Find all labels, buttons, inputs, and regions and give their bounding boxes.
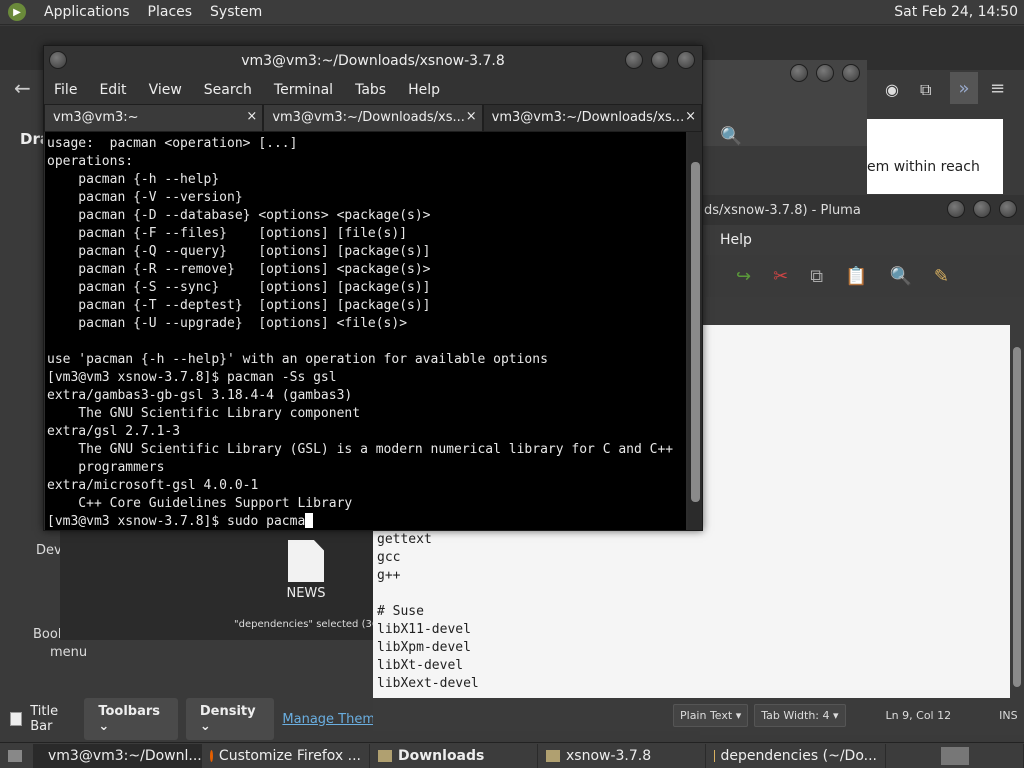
pluma-close-button[interactable]	[999, 200, 1017, 218]
tab-width-combo[interactable]: Tab Width: 4 ▾	[754, 703, 846, 727]
pluma-statusbar: Plain Text ▾ Tab Width: 4 ▾ Ln 9, Col 12…	[373, 699, 1024, 731]
pluma-scrollbar[interactable]	[1010, 325, 1024, 698]
replace-icon[interactable]: ✎	[934, 266, 949, 287]
pluma-toolbar: ↪ ✂ ⧉ 📋 🔍 ✎	[700, 255, 1024, 297]
menu-view[interactable]: View	[149, 82, 182, 98]
cursor-position: Ln 9, Col 12	[885, 708, 952, 722]
hamburger-menu-icon[interactable]: ≡	[990, 78, 1005, 99]
terminal-output[interactable]: usage: pacman <operation> [...] operatio…	[45, 132, 686, 530]
firefox-content-card: em within reach	[867, 119, 1003, 194]
close-tab-icon[interactable]: ×	[466, 109, 477, 124]
firefox-card-text: em within reach	[867, 159, 980, 175]
menu-search[interactable]: Search	[204, 82, 252, 98]
toolbars-button[interactable]: Toolbars ⌄	[84, 698, 178, 740]
terminal-title: vm3@vm3:~/Downloads/xsnow-3.7.8	[44, 46, 702, 76]
folder-icon	[546, 749, 560, 762]
terminal-window: vm3@vm3:~/Downloads/xsnow-3.7.8 File Edi…	[43, 45, 703, 531]
top-panel: ▶ Applications Places System Sat Feb 24,…	[0, 0, 1024, 25]
menu-applications[interactable]: Applications	[44, 4, 130, 20]
insert-mode: INS	[999, 708, 1018, 722]
terminal-minimize-button[interactable]	[625, 51, 643, 69]
pluma-minimize-button[interactable]	[947, 200, 965, 218]
terminal-scrollbar[interactable]	[688, 132, 702, 530]
selection-status: "dependencies" selected (36	[222, 616, 374, 638]
terminal-tab[interactable]: vm3@vm3:~ ×	[44, 104, 264, 132]
terminal-tab-bar: vm3@vm3:~ × vm3@vm3:~/Downloads/xs... × vm…	[44, 104, 702, 132]
menu-help[interactable]: Help	[408, 82, 440, 98]
paste-icon[interactable]: 📋	[845, 266, 867, 287]
folder-icon	[378, 749, 392, 762]
taskbar: vm3@vm3:~/Downl... Customize Firefox ...…	[0, 742, 1024, 768]
close-tab-icon[interactable]: ×	[246, 109, 257, 124]
terminal-menu-button[interactable]	[49, 51, 67, 69]
manage-themes-link[interactable]: Manage Them	[282, 712, 375, 727]
menu-file[interactable]: File	[54, 82, 77, 98]
bg-toolbar-window: 🔍	[700, 60, 867, 147]
taskbar-item-terminal[interactable]: vm3@vm3:~/Downl...	[34, 743, 202, 768]
workspace-icon	[940, 746, 969, 765]
applications-icon[interactable]: ▶	[8, 3, 26, 21]
close-tab-icon[interactable]: ×	[685, 109, 696, 124]
copy-icon[interactable]: ⧉	[810, 266, 823, 287]
taskbar-item-firefox[interactable]: Customize Firefox ...	[202, 743, 370, 768]
back-arrow-icon[interactable]: ←	[14, 76, 31, 100]
redo-icon[interactable]: ↪	[736, 266, 751, 287]
search-icon[interactable]: 🔍	[720, 126, 742, 147]
terminal-prompt: [vm3@vm3 xsnow-3.7.8]$ sudo pacma	[47, 514, 306, 529]
menu-places[interactable]: Places	[148, 4, 193, 20]
show-desktop-icon[interactable]	[0, 743, 34, 768]
terminal-menubar: File Edit View Search Terminal Tabs Help	[44, 76, 702, 104]
pluma-scroll-thumb[interactable]	[1013, 347, 1021, 687]
terminal-output-text: usage: pacman <operation> [...] operatio…	[47, 136, 674, 511]
terminal-maximize-button[interactable]	[651, 51, 669, 69]
clock[interactable]: Sat Feb 24, 14:50	[894, 4, 1018, 20]
taskbar-item-pluma[interactable]: dependencies (~/Do...	[706, 743, 886, 768]
menu-tabs[interactable]: Tabs	[355, 82, 386, 98]
terminal-scroll-thumb[interactable]	[691, 162, 700, 502]
text-cursor	[305, 513, 314, 528]
extensions-icon[interactable]: ⧉	[920, 80, 931, 100]
terminal-tab-active[interactable]: vm3@vm3:~/Downloads/xs... ×	[482, 104, 702, 132]
bg-minimize-button[interactable]	[790, 64, 808, 82]
taskbar-item-xsnow[interactable]: xsnow-3.7.8	[538, 743, 706, 768]
workspace-switcher[interactable]	[886, 743, 1024, 768]
terminal-tab[interactable]: vm3@vm3:~/Downloads/xs... ×	[263, 104, 483, 132]
menu-terminal[interactable]: Terminal	[274, 82, 333, 98]
terminal-close-button[interactable]	[677, 51, 695, 69]
find-icon[interactable]: 🔍	[889, 266, 911, 287]
titlebar-label: Title Bar	[30, 704, 59, 734]
bg-close-button[interactable]	[842, 64, 860, 82]
pluma-menu-help[interactable]: Help	[720, 232, 752, 248]
titlebar-checkbox[interactable]	[10, 712, 23, 726]
text-file-icon	[288, 540, 324, 582]
account-icon[interactable]: ◉	[885, 80, 899, 99]
bg-maximize-button[interactable]	[816, 64, 834, 82]
taskbar-item-downloads[interactable]: Downloads	[370, 743, 538, 768]
left-label: menu	[50, 645, 88, 660]
pluma-maximize-button[interactable]	[973, 200, 991, 218]
density-button[interactable]: Density ⌄	[185, 698, 275, 740]
firefox-icon	[210, 749, 213, 762]
firefox-customize-bar: Title Bar Toolbars ⌄ Density ⌄ Manage Th…	[0, 698, 375, 740]
file-label: NEWS	[286, 586, 326, 601]
menu-system[interactable]: System	[210, 4, 262, 20]
overflow-chevron-icon[interactable]: »	[950, 72, 978, 104]
news-file-item[interactable]: NEWS	[283, 540, 329, 601]
cut-icon[interactable]: ✂	[773, 266, 788, 287]
menu-edit[interactable]: Edit	[99, 82, 126, 98]
syntax-mode-combo[interactable]: Plain Text ▾	[673, 703, 749, 727]
